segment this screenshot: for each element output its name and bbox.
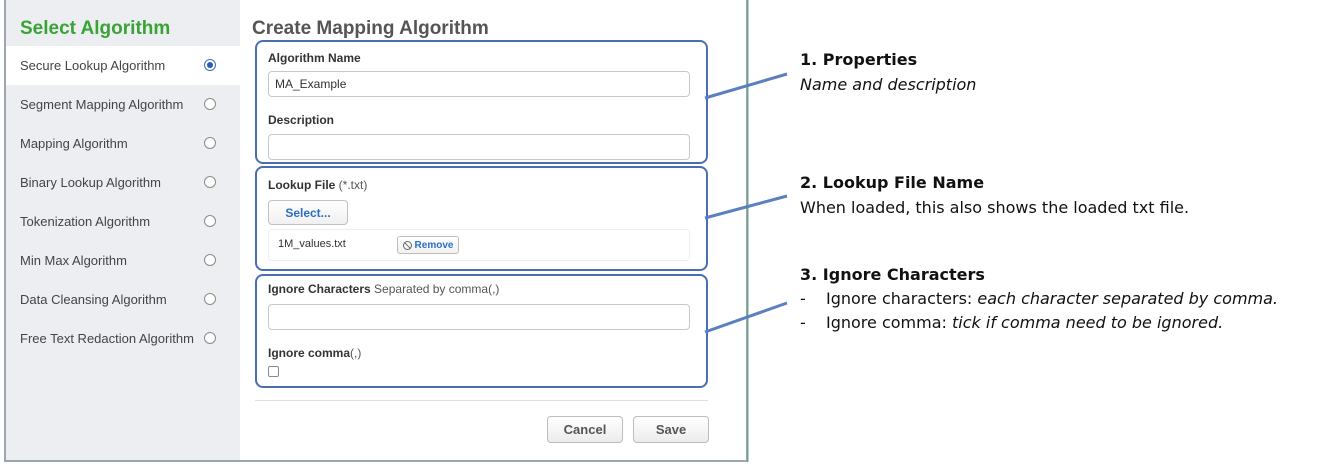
callout-description: Name and description [800,75,977,94]
properties-group: Algorithm Name Description [255,40,708,164]
sidebar-item-tokenization[interactable]: Tokenization Algorithm [6,202,240,241]
callout-heading: 3. Ignore Characters [800,265,985,284]
algorithm-list: Secure Lookup Algorithm Segment Mapping … [6,46,240,358]
callout-heading: 2. Lookup File Name [800,173,985,192]
callout-description: When loaded, this also shows the loaded … [800,198,1190,217]
ignore-comma-label-bold: Ignore comma [268,346,351,360]
save-button[interactable]: Save [633,416,709,443]
main-panel: Create Mapping Algorithm Algorithm Name … [240,0,746,460]
radio-segment-mapping[interactable] [204,98,216,110]
ban-icon [402,240,412,250]
description-label: Description [268,113,335,127]
algorithm-name-label: Algorithm Name [268,51,361,65]
page-title: Create Mapping Algorithm [252,18,489,39]
lookup-file-label: Lookup File (*.txt) [268,178,367,192]
sidebar-item-secure-lookup[interactable]: Secure Lookup Algorithm [6,46,240,85]
bullet-italic: each character separated by comma. [977,289,1279,308]
loaded-file-row: 1M_values.txt Remove [268,229,690,261]
bullet-text: Ignore characters: each character separa… [826,289,1278,308]
ignore-characters-group: Ignore Characters Separated by comma(,) … [255,274,708,388]
sidebar-item-binary-lookup[interactable]: Binary Lookup Algorithm [6,163,240,202]
callout-lookup: 2. Lookup File Name When loaded, this al… [800,173,1189,217]
ignore-comma-checkbox[interactable] [268,366,279,377]
lookup-file-label-ext: (*.txt) [335,178,368,192]
ignore-characters-label: Ignore Characters Separated by comma(,) [268,282,499,296]
lookup-file-group: Lookup File (*.txt) Select... 1M_values.… [255,166,708,271]
radio-secure-lookup[interactable] [204,59,216,71]
radio-min-max[interactable] [204,254,216,266]
callout-bullet: - Ignore comma: tick if comma need to be… [800,313,1278,332]
radio-tokenization[interactable] [204,215,216,227]
remove-file-label: Remove [414,239,454,251]
sidebar-item-segment-mapping[interactable]: Segment Mapping Algorithm [6,85,240,124]
radio-free-text-redaction[interactable] [204,332,216,344]
sidebar-title: Select Algorithm [20,18,171,39]
callout-heading: 1. Properties [800,50,918,69]
ignore-characters-label-hint: Separated by comma(,) [370,282,500,296]
bullet-dash: - [800,289,806,308]
sidebar-item-free-text-redaction[interactable]: Free Text Redaction Algorithm [6,319,240,358]
bullet-italic: tick if comma need to be ignored. [952,313,1224,332]
ignore-characters-label-bold: Ignore Characters [268,282,371,296]
lookup-file-label-bold: Lookup File [268,178,336,192]
ignore-comma-label: Ignore comma(,) [268,346,361,360]
sidebar-item-mapping[interactable]: Mapping Algorithm [6,124,240,163]
callout-ignore: 3. Ignore Characters - Ignore characters… [800,265,1278,332]
select-file-button[interactable]: Select... [268,200,348,225]
callout-properties: 1. Properties Name and description [800,50,976,94]
radio-data-cleansing[interactable] [204,293,216,305]
algorithm-sidebar: Select Algorithm Secure Lookup Algorithm… [6,0,240,460]
callout-bullet: - Ignore characters: each character sepa… [800,289,1278,308]
radio-mapping[interactable] [204,137,216,149]
ignore-comma-label-hint: (,) [350,346,362,360]
bullet-plain: Ignore comma: [826,313,952,332]
remove-file-button[interactable]: Remove [397,236,459,254]
sidebar-item-min-max[interactable]: Min Max Algorithm [6,241,240,280]
bullet-dash: - [800,313,806,332]
sidebar-item-data-cleansing[interactable]: Data Cleansing Algorithm [6,280,240,319]
radio-binary-lookup[interactable] [204,176,216,188]
loaded-file-name: 1M_values.txt [278,238,346,250]
dialog-edge [747,0,749,462]
footer-divider [255,400,708,401]
bullet-plain: Ignore characters: [826,289,978,308]
create-algorithm-dialog: Select Algorithm Secure Lookup Algorithm… [4,0,748,462]
bullet-text: Ignore comma: tick if comma need to be i… [826,313,1223,332]
algorithm-name-input[interactable] [268,71,690,97]
description-input[interactable] [268,134,690,160]
cancel-button[interactable]: Cancel [547,416,623,443]
ignore-characters-input[interactable] [268,304,690,330]
